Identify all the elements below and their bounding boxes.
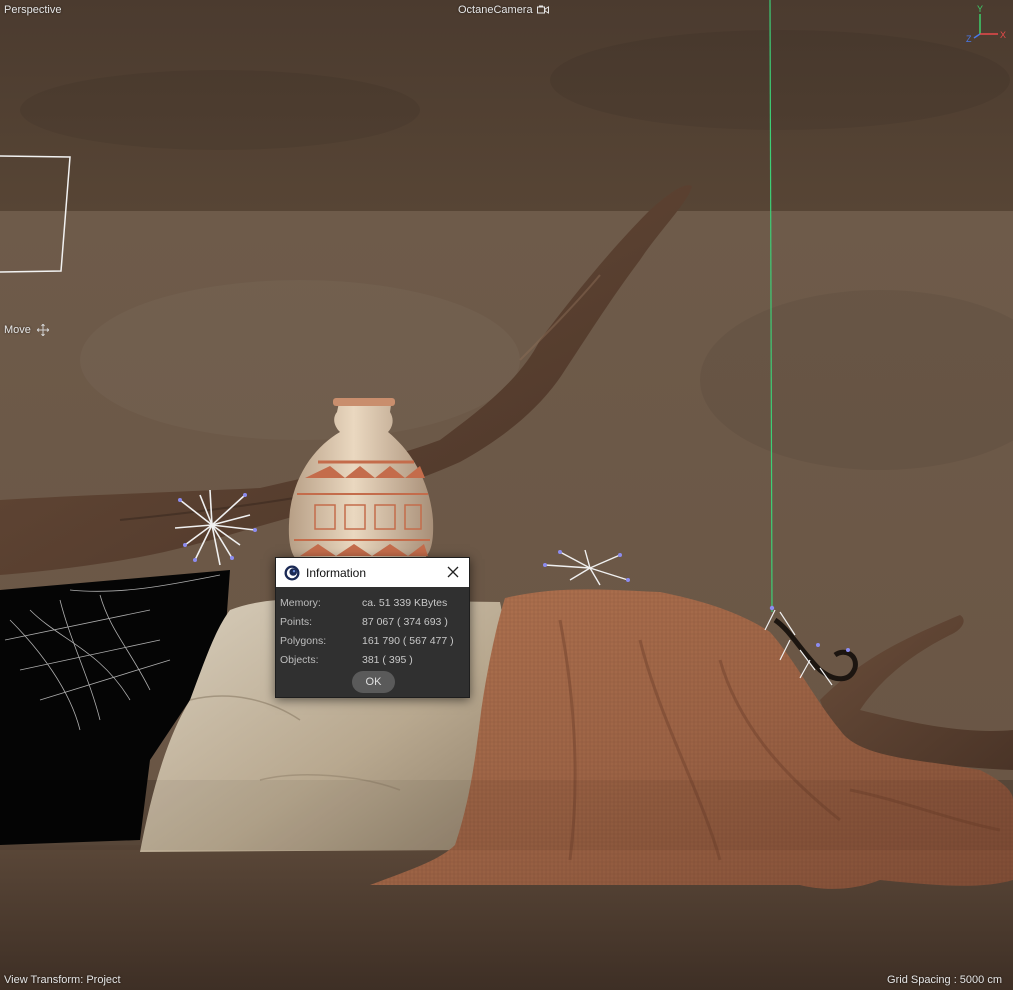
ok-button[interactable]: OK: [352, 671, 395, 693]
tool-label: Move: [4, 324, 49, 336]
info-key: Polygons:: [280, 634, 327, 647]
viewport[interactable]: Perspective OctaneCamera Move Y Z X View…: [0, 0, 1013, 990]
info-row-objects: Objects: 381 ( 395 ): [276, 650, 469, 669]
info-row-points: Points: 87 067 ( 374 693 ): [276, 612, 469, 631]
move-icon: [36, 324, 49, 336]
close-icon: [447, 566, 459, 578]
axis-gizmo: Y Z X: [966, 4, 1006, 44]
info-value: 161 790 ( 567 477 ): [362, 634, 454, 647]
info-key: Points:: [280, 615, 313, 628]
scene-render: [0, 0, 1013, 990]
camera-name: OctaneCamera: [458, 4, 533, 16]
axis-z-line: [973, 33, 981, 39]
dialog-titlebar[interactable]: Information: [276, 558, 469, 587]
camera-label[interactable]: OctaneCamera: [458, 4, 549, 16]
information-dialog: Information Memory: ca. 51 339 KBytes Po…: [275, 557, 470, 698]
view-name-label[interactable]: Perspective: [4, 4, 61, 16]
grid-spacing-label: Grid Spacing : 5000 cm: [887, 974, 1002, 986]
info-row-memory: Memory: ca. 51 339 KBytes: [276, 593, 469, 612]
info-value: ca. 51 339 KBytes: [362, 596, 448, 609]
info-row-polygons: Polygons: 161 790 ( 567 477 ): [276, 631, 469, 650]
camera-icon[interactable]: [536, 5, 549, 15]
tool-name: Move: [4, 324, 31, 336]
info-value: 87 067 ( 374 693 ): [362, 615, 448, 628]
close-button[interactable]: [441, 560, 465, 584]
dialog-body: Memory: ca. 51 339 KBytes Points: 87 067…: [276, 587, 469, 669]
info-value: 381 ( 395 ): [362, 653, 413, 666]
info-key: Objects:: [280, 653, 319, 666]
dialog-title: Information: [306, 565, 367, 580]
view-transform-label: View Transform: Project: [4, 974, 121, 986]
info-key: Memory:: [280, 596, 321, 609]
axis-y-label: Y: [977, 4, 983, 14]
cinema4d-logo-icon: [284, 565, 300, 580]
axis-x-label: X: [1000, 30, 1006, 40]
axis-z-label: Z: [966, 34, 972, 44]
